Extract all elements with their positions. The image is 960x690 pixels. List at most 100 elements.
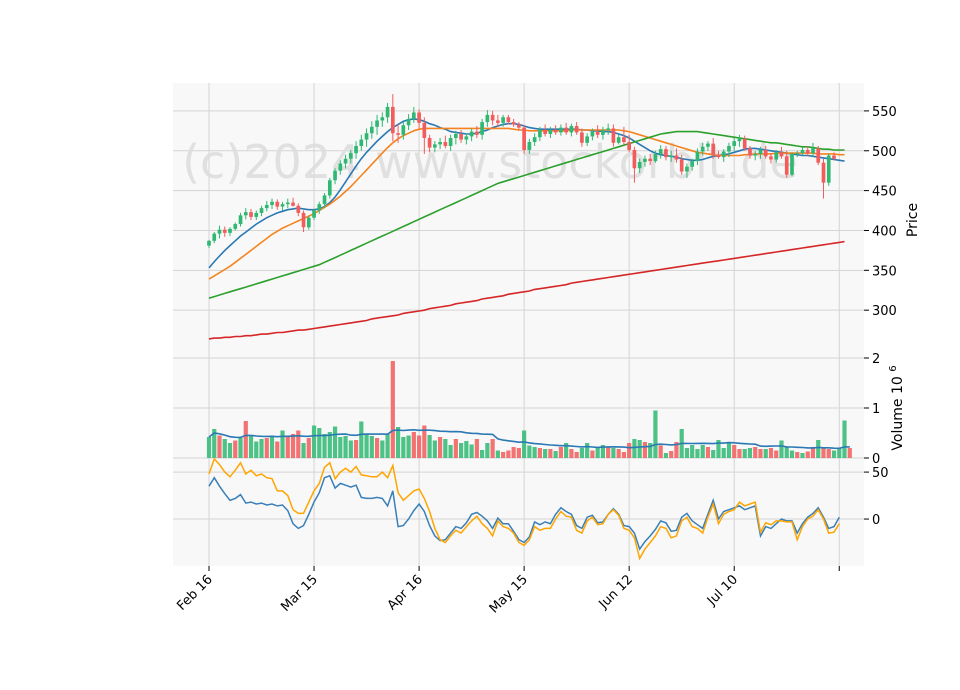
candle-body xyxy=(784,156,789,175)
volume-bar xyxy=(269,435,275,458)
volume-bar xyxy=(816,440,821,458)
volume-bar xyxy=(826,449,831,458)
volume-bar xyxy=(296,430,301,458)
candle-body xyxy=(737,138,742,142)
candle-body xyxy=(385,106,390,118)
oscillator-tick-label: 50 xyxy=(872,466,889,481)
candle-body xyxy=(653,153,658,162)
candle-body xyxy=(585,136,589,143)
price-tick-label: 550 xyxy=(872,105,897,120)
price-axis-ticks: 300 350 400 450 500 550 xyxy=(864,105,897,319)
candle-body xyxy=(700,146,705,152)
price-tick-label: 450 xyxy=(872,185,897,200)
candle-body xyxy=(669,155,674,158)
volume-bar xyxy=(285,435,290,458)
candle-body xyxy=(601,130,605,135)
date-tick-label: Jun 12 xyxy=(596,572,636,612)
candle-body xyxy=(711,143,716,155)
candle-body xyxy=(790,153,794,175)
candle-body xyxy=(580,132,584,143)
volume-bar xyxy=(395,427,401,458)
candle-body xyxy=(369,126,374,134)
volume-bar xyxy=(453,439,458,458)
volume-bar xyxy=(653,410,658,458)
candle-body xyxy=(727,145,731,152)
candle-body xyxy=(375,120,379,127)
candle-body xyxy=(306,217,311,228)
volume-bar xyxy=(758,449,763,458)
volume-bar xyxy=(627,443,632,458)
candle-body xyxy=(459,134,463,140)
volume-bar xyxy=(711,450,716,458)
candle-body xyxy=(354,145,358,154)
volume-bar xyxy=(485,443,490,458)
candle-body xyxy=(317,204,322,211)
volume-bar xyxy=(448,445,453,458)
volume-bar xyxy=(275,441,280,458)
candle-body xyxy=(401,125,406,135)
volume-bar xyxy=(847,448,852,458)
candle-body xyxy=(212,233,217,241)
volume-bar xyxy=(690,445,695,458)
candle-body xyxy=(517,124,521,128)
candle-body xyxy=(207,240,211,246)
candle-body xyxy=(627,141,632,150)
candle-body xyxy=(527,141,532,150)
volume-bar xyxy=(569,449,574,458)
candle-body xyxy=(249,212,253,217)
candle-body xyxy=(475,131,479,135)
candle-body xyxy=(454,134,458,138)
candle-body xyxy=(622,137,626,142)
volume-bar xyxy=(243,421,248,458)
candle-body xyxy=(695,151,700,162)
volume-tick-label: 1 xyxy=(872,402,880,417)
volume-bar xyxy=(616,449,621,458)
volume-bar xyxy=(784,447,789,458)
candle-body xyxy=(795,153,800,155)
volume-bar xyxy=(585,443,590,458)
candle-body xyxy=(674,155,679,160)
candle-body xyxy=(543,130,547,135)
volume-bar xyxy=(301,443,306,458)
candle-body xyxy=(480,122,484,135)
candle-body xyxy=(448,138,453,146)
volume-bar xyxy=(789,450,795,458)
volume-bar xyxy=(248,435,254,458)
volume-bar xyxy=(217,435,222,458)
volume-bar xyxy=(322,434,327,458)
candle-body xyxy=(511,122,516,125)
volume-bar xyxy=(579,448,584,458)
oscillator-tick-label: 0 xyxy=(872,513,880,528)
volume-bar xyxy=(527,445,532,458)
candle-body xyxy=(826,155,831,183)
volume-bar xyxy=(369,436,374,458)
candle-body xyxy=(333,170,337,181)
volume-bar xyxy=(427,435,432,458)
volume-bar xyxy=(506,450,511,458)
candle-body xyxy=(433,144,437,148)
volume-tick-label: 0 xyxy=(872,452,880,467)
volume-bar xyxy=(264,438,269,458)
volume-bar xyxy=(490,439,495,458)
candle-body xyxy=(464,136,469,140)
volume-bar xyxy=(805,451,810,458)
volume-bar xyxy=(416,435,422,458)
candle-body xyxy=(296,205,301,213)
candle-body xyxy=(327,180,332,196)
price-tick-label: 350 xyxy=(872,264,897,279)
volume-bar xyxy=(606,447,611,458)
volume-bar xyxy=(364,434,369,458)
candle-body xyxy=(632,149,637,169)
candle-body xyxy=(832,155,836,159)
candle-body xyxy=(343,158,348,164)
volume-bar xyxy=(380,440,385,458)
price-tick-label: 400 xyxy=(872,224,897,239)
candle-body xyxy=(396,133,400,135)
volume-bar xyxy=(238,438,243,458)
volume-bar xyxy=(737,449,742,458)
candle-body xyxy=(501,117,505,123)
candle-body xyxy=(811,148,815,154)
date-tick-label: Apr 16 xyxy=(385,572,426,613)
volume-bar xyxy=(401,437,406,458)
volume-bar xyxy=(821,448,826,458)
